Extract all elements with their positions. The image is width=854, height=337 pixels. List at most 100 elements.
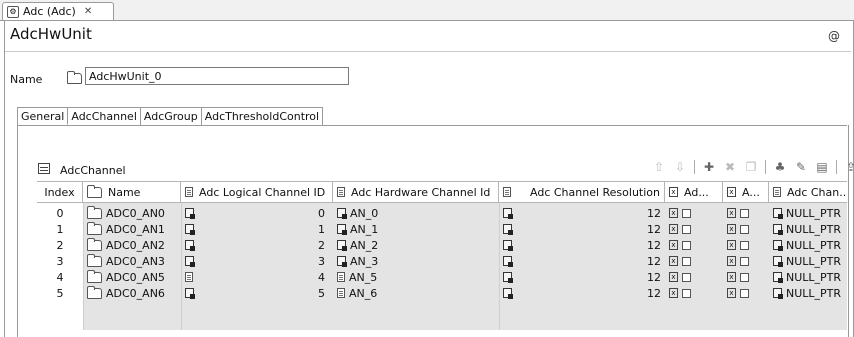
name-cell[interactable]: ADC0_AN3 xyxy=(83,253,181,269)
page-title: AdcHwUnit xyxy=(10,25,92,43)
logical-id-cell[interactable]: 1 xyxy=(181,221,329,237)
resolution-cell[interactable]: 12 xyxy=(499,221,665,237)
editor-tab[interactable]: ⚙ Adc (Adc) ✕ xyxy=(2,2,114,20)
checkbox[interactable] xyxy=(740,256,749,266)
checkbox[interactable] xyxy=(740,288,749,298)
tab-general[interactable]: General xyxy=(17,107,69,125)
chan-cell[interactable]: NULL_PTR xyxy=(769,237,847,253)
ad-cell[interactable]: x xyxy=(665,285,723,301)
name-input[interactable] xyxy=(85,67,349,85)
hw-id-cell[interactable]: AN_0 xyxy=(333,205,499,221)
checkbox[interactable] xyxy=(682,240,691,250)
ad-cell[interactable]: x xyxy=(665,269,723,285)
close-tab-icon[interactable]: ✕ xyxy=(84,6,92,17)
chan-value: NULL_PTR xyxy=(786,286,842,300)
value-icon xyxy=(185,208,195,219)
boolean-icon: x xyxy=(727,240,736,250)
checkbox[interactable] xyxy=(682,224,691,234)
hw-id-value: AN_1 xyxy=(350,222,379,236)
index-cell: 5 xyxy=(56,286,64,300)
logical-id-value: 1 xyxy=(318,222,325,236)
document-icon xyxy=(503,187,511,197)
logical-id-cell[interactable]: 5 xyxy=(181,285,329,301)
resolution-cell[interactable]: 12 xyxy=(499,205,665,221)
column-header-ad[interactable]: x Ad... xyxy=(665,182,723,203)
header-label: Name xyxy=(108,185,141,199)
chan-cell[interactable]: NULL_PTR xyxy=(769,221,847,237)
chan-cell[interactable]: NULL_PTR xyxy=(769,285,847,301)
table-icon[interactable]: ▤ xyxy=(815,160,829,174)
toolbar-separator xyxy=(836,160,837,174)
checkbox[interactable] xyxy=(682,208,691,218)
name-value: ADC0_AN1 xyxy=(106,222,165,236)
move-down-icon[interactable]: ⇩ xyxy=(673,160,687,174)
chan-cell[interactable]: NULL_PTR xyxy=(769,205,847,221)
column-header-hw-id[interactable]: Adc Hardware Channel Id xyxy=(333,182,499,203)
checkbox[interactable] xyxy=(682,288,691,298)
a-cell[interactable]: x xyxy=(723,221,769,237)
name-cell[interactable]: ADC0_AN5 xyxy=(83,269,181,285)
column-header-logical-id[interactable]: Adc Logical Channel ID xyxy=(181,182,333,203)
ad-cell[interactable]: x xyxy=(665,253,723,269)
chan-cell[interactable]: NULL_PTR xyxy=(769,269,847,285)
checkbox[interactable] xyxy=(740,272,749,282)
at-icon[interactable]: @ xyxy=(828,29,840,43)
ad-cell[interactable]: x xyxy=(665,221,723,237)
logical-id-cell[interactable]: 3 xyxy=(181,253,329,269)
tab-adcchannel[interactable]: AdcChannel xyxy=(67,107,141,125)
chan-cell[interactable]: NULL_PTR xyxy=(769,253,847,269)
boolean-icon: x xyxy=(669,272,678,282)
column-header-resolution[interactable]: Adc Channel Resolution xyxy=(499,182,665,203)
resolution-cell[interactable]: 12 xyxy=(499,285,665,301)
export-icon[interactable]: ⇪ xyxy=(844,160,854,174)
ad-cell[interactable]: x xyxy=(665,205,723,221)
edit-icon[interactable]: ✎ xyxy=(794,160,808,174)
hw-id-cell[interactable]: AN_2 xyxy=(333,237,499,253)
checkbox[interactable] xyxy=(740,224,749,234)
column-header-name[interactable]: Name xyxy=(83,182,181,203)
a-cell[interactable]: x xyxy=(723,269,769,285)
column-header-a[interactable]: x A... xyxy=(723,182,769,203)
column-header-chan[interactable]: Adc Chan... xyxy=(769,182,847,203)
hw-id-cell[interactable]: AN_3 xyxy=(333,253,499,269)
move-up-icon[interactable]: ⇧ xyxy=(652,160,666,174)
name-cell[interactable]: ADC0_AN6 xyxy=(83,285,181,301)
a-cell[interactable]: x xyxy=(723,205,769,221)
logical-id-cell[interactable]: 2 xyxy=(181,237,329,253)
ad-cell[interactable]: x xyxy=(665,237,723,253)
resolution-cell[interactable]: 12 xyxy=(499,237,665,253)
checkbox[interactable] xyxy=(682,256,691,266)
copy-icon[interactable]: ❐ xyxy=(744,160,758,174)
name-cell[interactable]: ADC0_AN2 xyxy=(83,237,181,253)
folder-icon xyxy=(67,71,82,84)
logical-id-cell[interactable]: 0 xyxy=(181,205,329,221)
name-cell[interactable]: ADC0_AN0 xyxy=(83,205,181,221)
hw-id-cell[interactable]: AN_6 xyxy=(333,285,499,301)
value-icon xyxy=(503,272,513,283)
a-cell[interactable]: x xyxy=(723,237,769,253)
resolution-cell[interactable]: 12 xyxy=(499,269,665,285)
checkbox[interactable] xyxy=(682,272,691,282)
value-icon xyxy=(185,224,195,235)
column-header-index[interactable]: Index xyxy=(37,182,83,203)
document-icon xyxy=(337,272,345,282)
a-cell[interactable]: x xyxy=(723,253,769,269)
delete-icon[interactable]: ✖ xyxy=(723,160,737,174)
name-cell[interactable]: ADC0_AN1 xyxy=(83,221,181,237)
checkbox[interactable] xyxy=(740,240,749,250)
table-list-icon xyxy=(38,163,50,174)
tab-adcgroup[interactable]: AdcGroup xyxy=(139,107,202,125)
hw-id-cell[interactable]: AN_1 xyxy=(333,221,499,237)
logical-id-cell[interactable]: 4 xyxy=(181,269,329,285)
logical-id-value: 2 xyxy=(318,238,325,252)
checkbox[interactable] xyxy=(740,208,749,218)
resolution-cell[interactable]: 12 xyxy=(499,253,665,269)
a-cell[interactable]: x xyxy=(723,285,769,301)
add-icon[interactable]: ✚ xyxy=(702,160,716,174)
tab-adcthresholdcontrol[interactable]: AdcThresholdControl xyxy=(200,107,324,125)
value-icon xyxy=(185,256,195,267)
hw-id-cell[interactable]: AN_5 xyxy=(333,269,499,285)
settings-icon[interactable]: ♣ xyxy=(773,160,787,174)
boolean-icon: x xyxy=(727,224,736,234)
index-cell: 1 xyxy=(56,222,64,236)
